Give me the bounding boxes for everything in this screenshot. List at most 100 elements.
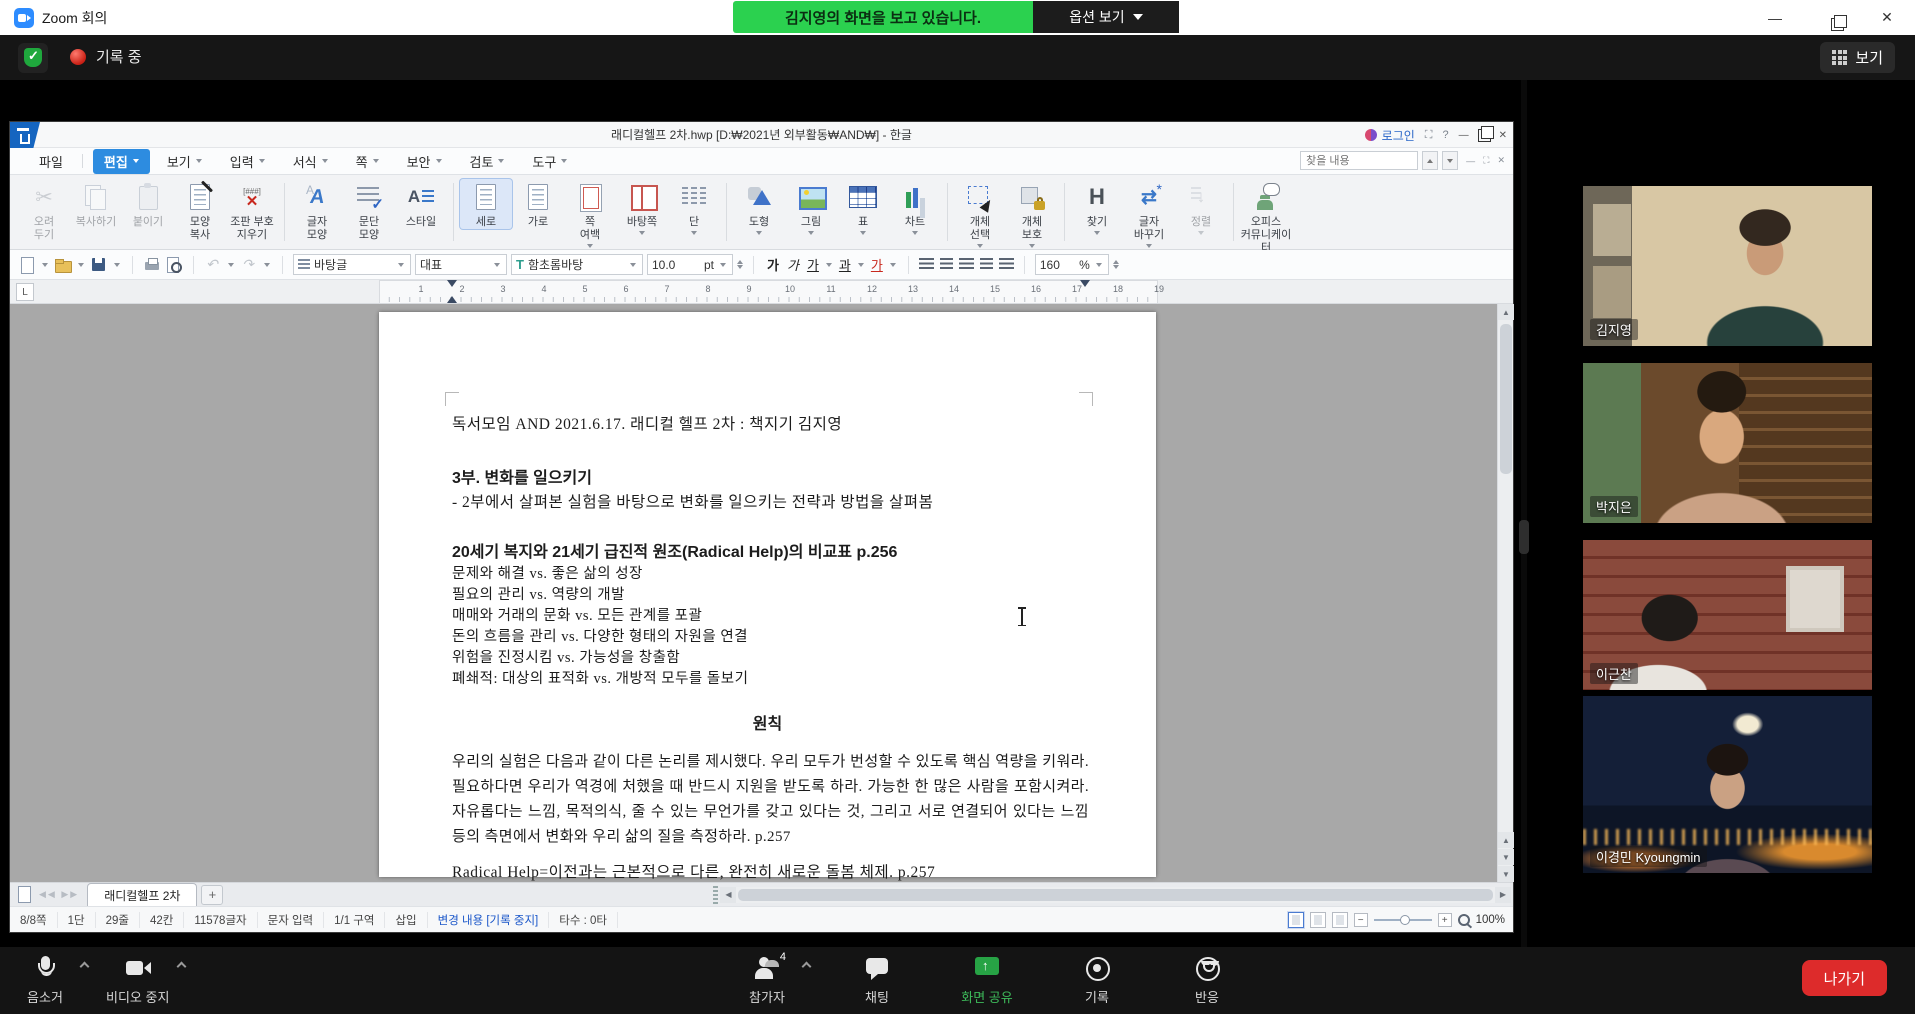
toolbar-style-button[interactable]: 스타일: [395, 179, 447, 229]
toolbar-copy-button[interactable]: 복사하기: [70, 179, 122, 229]
print-preview-icon[interactable]: [165, 256, 183, 274]
char-attr-button[interactable]: 가: [868, 254, 886, 275]
participant-video[interactable]: 이경민 Kyoungmin: [1583, 696, 1872, 873]
security-shield-icon[interactable]: [18, 43, 48, 73]
open-icon[interactable]: [54, 256, 72, 274]
hwp-close-button[interactable]: [1499, 130, 1507, 141]
hwp-maximize-button[interactable]: [1478, 129, 1490, 141]
menu-파일[interactable]: 파일: [28, 149, 74, 174]
vertical-scroll-thumb[interactable]: [1500, 324, 1512, 474]
save-icon[interactable]: [90, 256, 108, 274]
toolbar-scissors-button[interactable]: 오려두기: [18, 179, 70, 242]
line-spacing-spinner[interactable]: [1113, 260, 1119, 269]
dropdown-icon[interactable]: [114, 263, 120, 267]
toolbar-parashape-button[interactable]: 문단모양: [343, 179, 395, 242]
align-center-icon[interactable]: [959, 258, 974, 271]
toolbar-pg-button[interactable]: 가로: [512, 179, 564, 229]
leave-button[interactable]: 나가기: [1802, 960, 1887, 996]
toolbar-find-button[interactable]: 찾기: [1071, 179, 1123, 235]
align-right-icon[interactable]: [980, 258, 993, 271]
line-spacing-combo[interactable]: 160 %: [1035, 254, 1109, 275]
dropdown-icon[interactable]: [42, 263, 48, 267]
gallery-view-button[interactable]: 보기: [1820, 42, 1895, 73]
dropdown-icon[interactable]: [264, 263, 270, 267]
fit-view-button[interactable]: [1332, 912, 1348, 928]
toolbar-objprotect-button[interactable]: 개체보호: [1006, 179, 1058, 248]
scroll-down-button[interactable]: ▼: [1498, 866, 1514, 882]
document-tab[interactable]: 래디컬헬프 2차: [87, 883, 197, 906]
page-up-button[interactable]: ▲: [1498, 832, 1514, 848]
find-previous-button[interactable]: [1422, 151, 1438, 170]
indent-marker[interactable]: [447, 280, 457, 287]
toolbar-painter-button[interactable]: 모양복사: [174, 179, 226, 242]
vertical-scrollbar[interactable]: ▲ ▲ ▼ ▼: [1497, 304, 1513, 882]
toolbar-paste-button[interactable]: 붙이기: [122, 179, 174, 229]
toolbar-delmark-button[interactable]: 조판 부호지우기: [226, 179, 278, 242]
hwp-minimize-button[interactable]: [1459, 130, 1469, 141]
toolbar-sort-button[interactable]: 정렬: [1175, 179, 1227, 235]
restore-button[interactable]: [1803, 0, 1859, 35]
document-icon[interactable]: [18, 886, 31, 903]
toolbar-comm-button[interactable]: 오피스커뮤니케이터: [1240, 179, 1292, 255]
toolbar-table-button[interactable]: 표: [837, 179, 889, 235]
participant-video[interactable]: 김지영: [1583, 186, 1872, 346]
scroll-right-button[interactable]: ▶: [1495, 887, 1511, 903]
toolbar-replace-button[interactable]: 글자바꾸기: [1123, 179, 1175, 248]
page-down-button[interactable]: ▼: [1498, 849, 1514, 865]
menu-보안[interactable]: 보안: [396, 149, 453, 174]
paragraph-style-combo[interactable]: 바탕글: [293, 254, 411, 275]
close-button[interactable]: [1859, 0, 1915, 35]
dropdown-icon[interactable]: [228, 263, 234, 267]
right-margin-marker[interactable]: [1080, 280, 1090, 287]
print-icon[interactable]: [143, 256, 161, 274]
find-next-button[interactable]: [1442, 151, 1458, 170]
menu-보기[interactable]: 보기: [156, 149, 213, 174]
chevron-up-icon[interactable]: [802, 962, 812, 972]
toolbar-charshape-button[interactable]: 글자모양: [291, 179, 343, 242]
scroll-left-button[interactable]: ◀: [720, 887, 736, 903]
toolbar-chart-button[interactable]: 차트: [889, 179, 941, 235]
toolbar-video-button[interactable]: 비디오 중지: [106, 953, 169, 1006]
toolbar-share-button[interactable]: 화면 공유: [960, 953, 1014, 1006]
divider-handle[interactable]: [1519, 520, 1529, 554]
menu-편집[interactable]: 편집: [93, 149, 150, 174]
toolbar-pg-button[interactable]: 세로: [460, 179, 512, 229]
zoom-out-button[interactable]: −: [1354, 913, 1368, 927]
toolbar-objselect-button[interactable]: 개체선택: [954, 179, 1006, 248]
toolbar-reactions-button[interactable]: 반응: [1180, 953, 1234, 1006]
undo-icon[interactable]: [204, 256, 222, 274]
font-size-combo[interactable]: 10.0 pt: [647, 254, 733, 275]
align-distribute-icon[interactable]: [999, 258, 1014, 271]
page-view-button[interactable]: [1288, 912, 1304, 928]
new-document-icon[interactable]: [18, 256, 36, 274]
tab-nav-arrows[interactable]: ◀◀ ▶▶: [39, 889, 79, 900]
view-options-button[interactable]: 옵션 보기: [1033, 1, 1179, 33]
ribbon-minimize-icon[interactable]: [1466, 156, 1475, 166]
menu-쪽[interactable]: 쪽: [345, 149, 390, 174]
scroll-splitter[interactable]: [713, 886, 718, 904]
chevron-up-icon[interactable]: [80, 962, 90, 972]
menu-도구[interactable]: 도구: [521, 149, 578, 174]
redo-icon[interactable]: [240, 256, 258, 274]
toolbar-master-button[interactable]: 바탕쪽: [616, 179, 668, 235]
toolbar-picture-button[interactable]: 그림: [785, 179, 837, 235]
scroll-up-button[interactable]: ▲: [1498, 304, 1514, 320]
align-justify-icon[interactable]: [919, 258, 934, 271]
fullscreen-icon[interactable]: [1425, 129, 1433, 142]
toolbar-margin-button[interactable]: 쪽여백: [564, 179, 616, 248]
char-attr-button[interactable]: 과: [836, 254, 854, 275]
toolbar-participants-button[interactable]: 4참가자: [740, 953, 794, 1006]
toolbar-columns-button[interactable]: 단: [668, 179, 720, 235]
char-attr-button[interactable]: 가: [764, 254, 782, 275]
add-tab-button[interactable]: +: [201, 885, 223, 905]
char-attr-button[interactable]: 가: [784, 254, 802, 275]
login-button[interactable]: 로그인: [1365, 127, 1415, 144]
panel-divider[interactable]: [1521, 80, 1527, 947]
left-margin-marker[interactable]: [447, 296, 457, 303]
minimize-button[interactable]: [1747, 0, 1803, 35]
ribbon-expand-icon[interactable]: [1483, 155, 1489, 166]
help-icon[interactable]: [1442, 129, 1448, 141]
magnifier-icon[interactable]: [1458, 914, 1470, 926]
toolbar-mic-button[interactable]: 음소거: [18, 953, 72, 1006]
menu-검토[interactable]: 검토: [459, 149, 516, 174]
